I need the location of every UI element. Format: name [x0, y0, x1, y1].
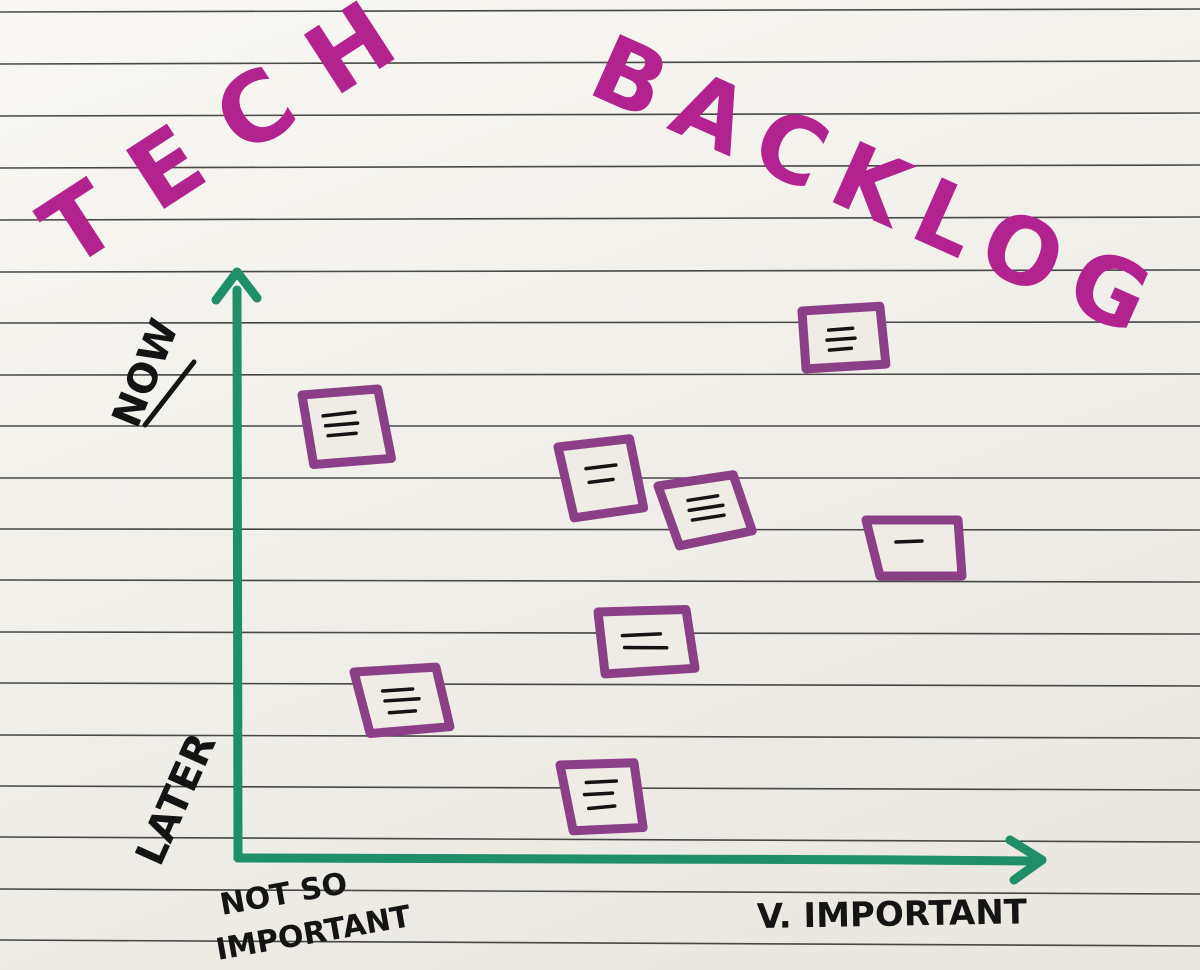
note-icon: [593, 604, 700, 679]
note-icon: [297, 384, 396, 469]
backlog-drawing: TECH BACKLOG NOW LATER NOT SO IMPORTANT …: [0, 0, 1200, 968]
note-icon: [653, 470, 757, 551]
note-icon: [861, 515, 967, 581]
x-axis: [233, 853, 1035, 866]
y-axis-label-later: LATER: [127, 727, 225, 872]
y-axis: [232, 285, 243, 863]
y-axis-label-now: NOW: [104, 313, 188, 434]
paper-sheet: TECH BACKLOG NOW LATER NOT SO IMPORTANT …: [0, 0, 1200, 970]
note-icon: [349, 662, 455, 738]
title-word-tech: TECH: [22, 0, 447, 289]
note-icon: [555, 758, 648, 836]
note-icon: [553, 434, 649, 523]
note-icon: [797, 301, 891, 374]
notes: [297, 301, 967, 836]
x-axis-label-right: V. IMPORTANT: [756, 892, 1028, 937]
